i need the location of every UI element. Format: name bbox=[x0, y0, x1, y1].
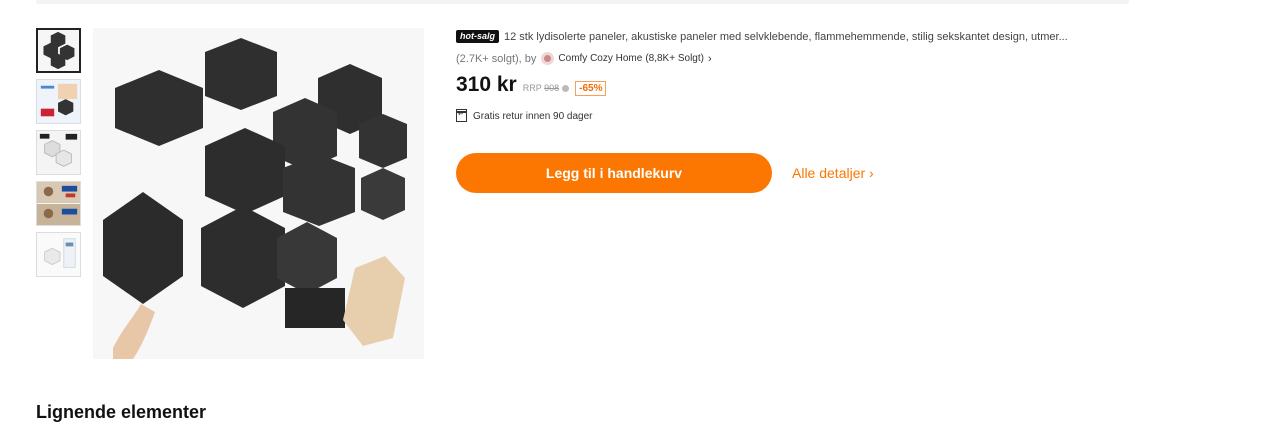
add-to-cart-button[interactable]: Legg til i handlekurv bbox=[456, 153, 772, 193]
thumbnail-3[interactable] bbox=[36, 130, 81, 175]
thumbnail-gallery bbox=[36, 28, 83, 283]
thumbnail-5[interactable] bbox=[36, 232, 81, 277]
rrp-price: RRP 908 bbox=[522, 83, 570, 93]
chevron-right-icon[interactable]: › bbox=[708, 53, 712, 65]
discount-badge: -65% bbox=[575, 81, 607, 96]
white-panels-thumb bbox=[37, 131, 80, 174]
sold-count: (2.7K+ solgt), by bbox=[456, 52, 537, 65]
seller-row: (2.7K+ solgt), by Comfy Cozy Home (8,8K+… bbox=[456, 52, 1136, 65]
seller-sold-count: (8,8K+ Solgt) bbox=[645, 53, 704, 64]
info-icon[interactable] bbox=[562, 85, 570, 93]
hexagon-panel-thumb bbox=[43, 31, 75, 70]
price-row: 310 kr RRP 908 -65% bbox=[456, 73, 1136, 97]
thumbnail-4[interactable] bbox=[36, 181, 81, 226]
actions-row: Legg til i handlekurv Alle detaljer › bbox=[456, 153, 1136, 193]
thumbnail-1[interactable] bbox=[36, 28, 81, 73]
thumbnail-2[interactable] bbox=[36, 79, 81, 124]
seller-avatar-icon bbox=[541, 52, 555, 65]
hot-sale-badge: hot-salg bbox=[456, 30, 499, 43]
product-feature-thumb bbox=[37, 80, 80, 123]
current-price: 310 kr bbox=[456, 73, 517, 96]
seller-name-link[interactable]: Comfy Cozy Home bbox=[558, 53, 642, 64]
top-divider bbox=[36, 0, 1129, 4]
installation-thumb bbox=[37, 233, 80, 276]
product-title[interactable]: 12 stk lydisolerte paneler, akustiske pa… bbox=[504, 31, 1136, 43]
guitar-scene-thumb bbox=[37, 182, 80, 225]
product-title-row[interactable]: hot-salg 12 stk lydisolerte paneler, aku… bbox=[456, 30, 1136, 43]
return-policy-text: Gratis retur innen 90 dager bbox=[473, 111, 593, 122]
main-product-image[interactable] bbox=[93, 28, 424, 359]
return-policy: Gratis retur innen 90 dager bbox=[456, 108, 1136, 122]
rrp-label: RRP bbox=[522, 83, 542, 93]
similar-items-heading: Lignende elementer bbox=[36, 402, 207, 422]
hexagon-panels-image bbox=[93, 28, 424, 359]
product-info: hot-salg 12 stk lydisolerte paneler, aku… bbox=[456, 30, 1136, 193]
rrp-value: 908 bbox=[544, 83, 560, 93]
all-details-link[interactable]: Alle detaljer › bbox=[792, 165, 874, 181]
return-box-icon bbox=[456, 108, 467, 122]
